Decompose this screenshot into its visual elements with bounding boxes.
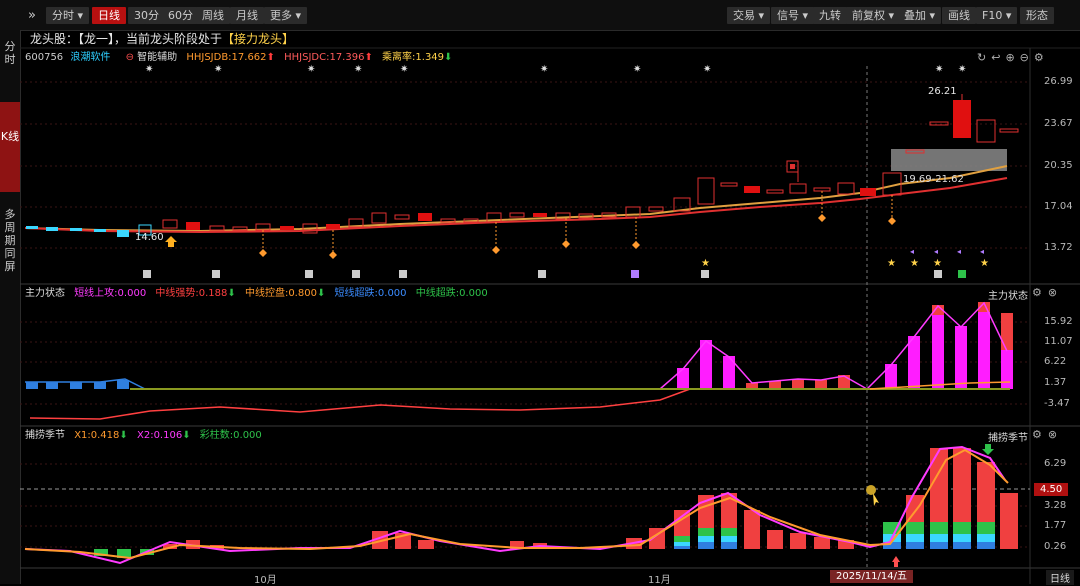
panel3-tick: 3.28 (1044, 500, 1067, 511)
svg-text:✷: ✷ (703, 64, 711, 75)
price-tick: 20.35 (1044, 160, 1073, 171)
buy-signal-icon (892, 556, 900, 567)
gear-icon[interactable]: ⚙ (1032, 286, 1048, 299)
svg-text:✷: ✷ (354, 64, 362, 75)
svg-text:◂: ◂ (980, 247, 984, 256)
sell-signal-icon (982, 444, 994, 455)
svg-text:✷: ✷ (145, 64, 153, 75)
arrow-down-icon: ⬇ (316, 288, 326, 299)
panel3-tick: 1.77 (1044, 520, 1067, 531)
panel2-legend: 主力状态 短线上攻:0.000 中线强势:0.188⬇ 中线控盘:0.800⬇ … (25, 287, 488, 301)
legend-item: 中线控盘:0.800 (244, 288, 317, 299)
legend-item: X2:0.106 (136, 430, 183, 441)
svg-text:✷: ✷ (214, 64, 222, 75)
panel2-tick: 6.22 (1044, 356, 1067, 367)
svg-text:✷: ✷ (307, 64, 315, 75)
period-label[interactable]: 日线 (1046, 570, 1074, 585)
price-tick: 23.67 (1044, 118, 1073, 129)
close-icon[interactable]: ⊗ (1048, 286, 1063, 299)
legend-item: 彩柱数:0.000 (199, 430, 262, 441)
panel3-tick: 6.29 (1044, 458, 1067, 469)
price-tick: 26.99 (1044, 76, 1073, 87)
panel2-tick: -3.47 (1044, 398, 1070, 409)
svg-text:✷: ✷ (633, 64, 641, 75)
cursor-value-badge: 4.50 (1034, 483, 1069, 496)
selected-date-badge: 2025/11/14/五 (830, 570, 914, 583)
legend-item: 中线超跌:0.000 (415, 288, 488, 299)
arrow-down-icon: ⬇ (182, 430, 191, 441)
low-price-label: 14.60 (135, 232, 164, 243)
panel2-tick: 15.92 (1044, 316, 1073, 327)
svg-text:✷: ✷ (540, 64, 548, 75)
svg-text:◂: ◂ (934, 247, 938, 256)
arrow-down-icon: ⬇ (227, 288, 236, 299)
arrow-down-icon: ⬇ (119, 430, 128, 441)
svg-text:◂: ◂ (910, 247, 914, 256)
panel2-tick: 1.37 (1044, 377, 1067, 388)
panel3-controls[interactable]: ⚙⊗ (1032, 428, 1063, 441)
panel3-title: 捕捞季节 (25, 430, 65, 441)
legend-item: X1:0.418 (74, 430, 120, 441)
panel3-title-right[interactable]: 捕捞季节 (988, 429, 1028, 444)
buy-arrow-icon (165, 236, 177, 247)
close-icon[interactable]: ⊗ (1048, 428, 1063, 441)
svg-text:★: ★ (980, 258, 989, 269)
svg-text:★: ★ (887, 258, 896, 269)
price-tick: 13.72 (1044, 242, 1073, 253)
panel2-title-right[interactable]: 主力状态 (988, 287, 1028, 302)
svg-text:◂: ◂ (957, 247, 961, 256)
svg-text:★: ★ (933, 258, 942, 269)
gear-icon[interactable]: ⚙ (1032, 428, 1048, 441)
price-tick: 17.04 (1044, 201, 1073, 212)
svg-text:★: ★ (701, 258, 710, 269)
panel2-title: 主力状态 (25, 288, 65, 299)
svg-text:✷: ✷ (400, 64, 408, 75)
high-price-label: 26.21 (928, 86, 957, 97)
panel2-controls[interactable]: ⚙⊗ (1032, 286, 1063, 299)
svg-text:★: ★ (910, 258, 919, 269)
legend-item: 短线上攻:0.000 (74, 288, 147, 299)
zone-range-label: 19.69-21.62 (903, 174, 964, 185)
legend-item: 中线强势:0.188 (155, 288, 228, 299)
cursor-arrow-icon (873, 493, 879, 506)
panel3-tick: 0.26 (1044, 541, 1067, 552)
svg-text:✷: ✷ (935, 64, 943, 75)
panel2-tick: 11.07 (1044, 336, 1073, 347)
legend-item: 短线超跌:0.000 (334, 288, 407, 299)
svg-text:✷: ✷ (958, 64, 966, 75)
panel3-legend: 捕捞季节 X1:0.418⬇ X2:0.106⬇ 彩柱数:0.000 (25, 429, 262, 443)
